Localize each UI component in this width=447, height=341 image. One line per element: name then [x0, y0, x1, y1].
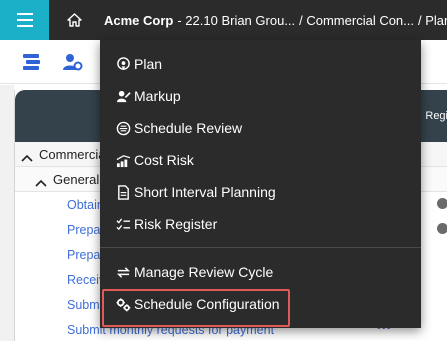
left-gutter	[0, 85, 14, 341]
breadcrumb-org[interactable]: Acme Corp	[104, 13, 173, 28]
menu-item-cost-risk[interactable]: Cost Risk	[100, 144, 421, 176]
markup-icon	[115, 88, 131, 104]
menu-item-label: Plan	[134, 56, 163, 72]
list-view-icon	[23, 54, 40, 70]
top-bar: Acme Corp - 22.10 Brian Grou... / Commer…	[0, 0, 447, 40]
hamburger-menu-button[interactable]	[0, 0, 49, 40]
checklist-icon	[115, 216, 131, 232]
resource-settings-icon	[63, 54, 83, 71]
map-pin-icon	[115, 56, 131, 72]
list-view-button[interactable]	[20, 50, 44, 74]
menu-item-label: Risk Register	[134, 216, 218, 232]
navigation-dropdown-menu: Plan Markup Schedule Review Cost Risk Sh…	[100, 40, 421, 328]
menu-item-label: Schedule Configuration	[134, 296, 280, 312]
menu-item-manage-review-cycle[interactable]: Manage Review Cycle	[100, 256, 421, 288]
menu-item-schedule-configuration[interactable]: Schedule Configuration	[100, 288, 421, 320]
menu-item-label: Manage Review Cycle	[134, 264, 274, 280]
home-icon	[66, 13, 82, 27]
menu-item-risk-register[interactable]: Risk Register	[100, 208, 421, 240]
breadcrumb-area[interactable]: / Commercial Con...	[299, 13, 414, 28]
resource-settings-button[interactable]	[60, 50, 84, 74]
document-icon	[115, 184, 131, 200]
menu-item-label: Markup	[134, 88, 181, 104]
schedule-review-icon	[115, 120, 131, 136]
status-dot	[437, 223, 447, 234]
menu-item-label: Short Interval Planning	[134, 184, 276, 200]
gears-icon	[115, 296, 131, 312]
menu-item-short-interval-planning[interactable]: Short Interval Planning	[100, 176, 421, 208]
review-cycle-icon	[115, 264, 131, 280]
hamburger-icon	[16, 13, 33, 27]
caret-up-icon[interactable]	[21, 149, 35, 162]
breadcrumb-project[interactable]: - 22.10 Brian Grou...	[177, 13, 295, 28]
menu-item-label: Schedule Review	[134, 120, 243, 136]
cost-risk-icon	[115, 152, 131, 168]
menu-item-markup[interactable]: Markup	[100, 80, 421, 112]
caret-up-icon[interactable]	[35, 174, 49, 187]
breadcrumb[interactable]: Acme Corp - 22.10 Brian Grou... / Commer…	[104, 0, 447, 40]
status-dot	[437, 198, 447, 209]
breadcrumb-current[interactable]: / Plan	[418, 13, 447, 28]
menu-item-plan[interactable]: Plan	[100, 48, 421, 80]
menu-divider	[100, 247, 421, 248]
home-button[interactable]	[49, 0, 99, 40]
tree-row-label: Commercial	[39, 146, 109, 162]
menu-item-schedule-review[interactable]: Schedule Review	[100, 112, 421, 144]
menu-item-label: Cost Risk	[134, 152, 194, 168]
panel-header-label: Regi	[425, 110, 447, 122]
